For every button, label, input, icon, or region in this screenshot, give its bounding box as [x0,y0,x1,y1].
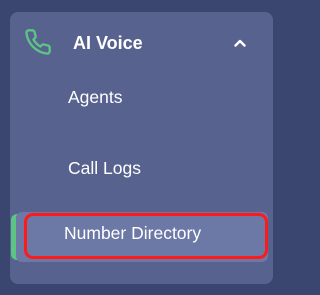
section-title: AI Voice [73,33,143,53]
ai-voice-section-header[interactable]: AI Voice [10,12,273,74]
nav-item-label: Agents [68,87,123,107]
phone-icon [25,29,51,55]
nav-item-agents[interactable]: Agents [30,77,266,117]
chevron-up-icon[interactable] [232,35,248,51]
nav-item-call-logs[interactable]: Call Logs [30,148,266,188]
nav-item-label: Number Directory [64,223,202,243]
nav-item-number-directory-label-wrap[interactable]: Number Directory [20,207,256,247]
nav-item-label: Call Logs [68,158,141,178]
